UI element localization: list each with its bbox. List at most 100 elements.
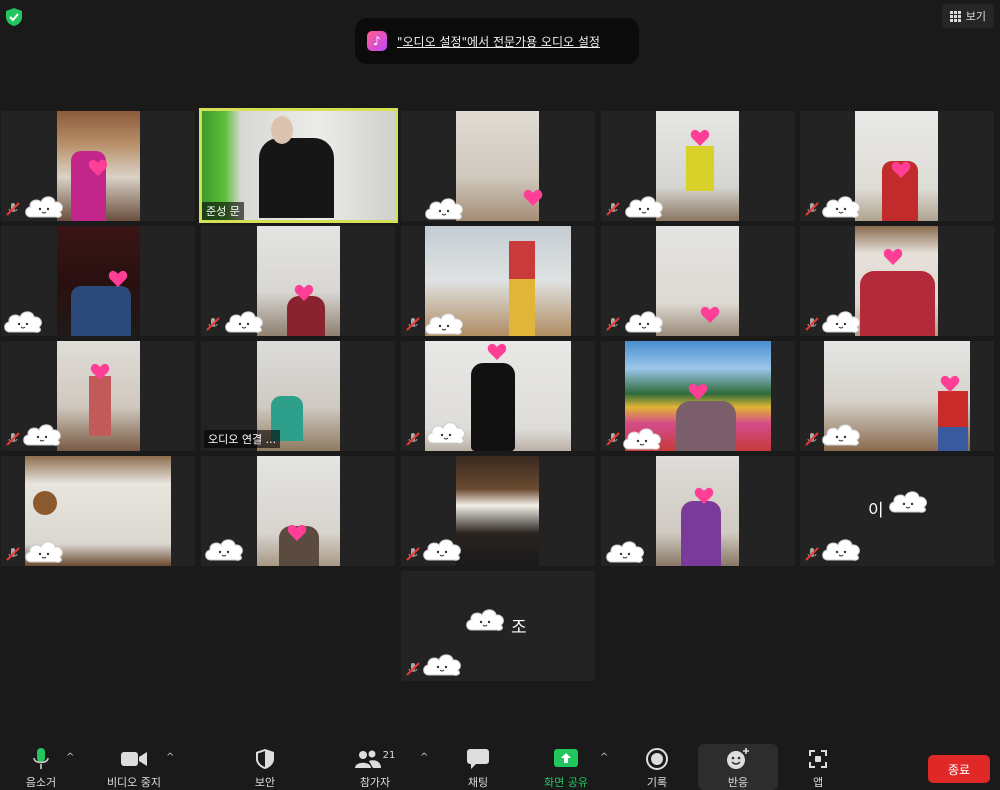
cloud-sticker-icon: [623, 428, 661, 450]
participant-tile[interactable]: [800, 226, 994, 336]
participant-tile[interactable]: [601, 111, 795, 221]
participant-name: 조: [511, 618, 527, 638]
participant-figure: [681, 501, 721, 566]
cloud-sticker-icon: [205, 539, 243, 561]
participant-figure: [287, 296, 325, 336]
participant-tile[interactable]: [1, 111, 195, 221]
apps-label: 앱: [812, 776, 824, 789]
apps-button[interactable]: 앱: [804, 742, 832, 790]
muted-mic-icon: [406, 317, 420, 331]
record-button[interactable]: 기록: [640, 742, 674, 790]
share-screen-button[interactable]: 화면 공유: [538, 742, 594, 790]
participant-tile[interactable]: [401, 111, 595, 221]
participant-tile[interactable]: [800, 111, 994, 221]
heart-icon: [108, 270, 128, 287]
participants-button[interactable]: 21 참가자: [350, 742, 400, 790]
participant-tile[interactable]: 오디오 연결 ...: [201, 341, 395, 451]
cloud-sticker-icon: [889, 491, 927, 513]
heart-icon: [523, 189, 543, 206]
cloud-sticker-icon: [466, 609, 504, 631]
participant-figure: [938, 391, 968, 451]
participant-tile[interactable]: [401, 226, 595, 336]
participants-label: 참가자: [359, 776, 391, 789]
grid-icon: [949, 10, 961, 22]
participant-tile[interactable]: [601, 456, 795, 566]
mute-label: 음소거: [25, 776, 57, 789]
heart-icon: [88, 159, 108, 176]
apps-icon: [809, 750, 827, 768]
heart-icon: [700, 306, 720, 323]
stop-video-button[interactable]: 비디오 중지: [100, 742, 168, 790]
cloud-sticker-icon: [25, 541, 63, 563]
mute-options-chevron-icon[interactable]: ^: [66, 752, 74, 763]
participant-tile[interactable]: 준성 문: [199, 108, 398, 223]
muted-mic-icon: [6, 547, 20, 561]
view-button-label: 보기: [965, 10, 986, 23]
smiley-plus-icon: [727, 748, 749, 769]
audio-settings-banner[interactable]: ♪ "오디오 설정"에서 전문가용 오디오 설정: [355, 18, 639, 64]
participant-video: [456, 456, 539, 566]
heart-icon: [690, 129, 710, 146]
video-options-chevron-icon[interactable]: ^: [166, 752, 174, 763]
muted-mic-icon: [805, 202, 819, 216]
cloud-sticker-icon: [423, 539, 461, 561]
participant-tile[interactable]: [401, 341, 595, 451]
security-button[interactable]: 보안: [247, 742, 283, 790]
share-options-chevron-icon[interactable]: ^: [600, 752, 608, 763]
participant-name: 준성 문: [202, 202, 244, 220]
muted-mic-icon: [206, 317, 220, 331]
heart-icon: [940, 375, 960, 392]
cloud-sticker-icon: [425, 198, 463, 220]
participant-name: 이: [868, 501, 884, 521]
cloud-sticker-icon: [225, 311, 263, 333]
reactions-button[interactable]: 반응: [718, 742, 758, 790]
security-label: 보안: [254, 776, 276, 789]
cloud-sticker-icon: [427, 422, 465, 444]
participant-tile[interactable]: [800, 341, 994, 451]
participant-tile[interactable]: [601, 226, 795, 336]
chat-bubble-icon: [467, 749, 489, 769]
chat-button[interactable]: 채팅: [462, 742, 494, 790]
participant-tile[interactable]: [401, 456, 595, 566]
cloud-sticker-icon: [425, 313, 463, 335]
heart-icon: [287, 524, 307, 541]
record-icon: [646, 748, 668, 770]
cloud-sticker-icon: [625, 311, 663, 333]
heart-icon: [487, 343, 507, 360]
share-screen-label: 화면 공유: [544, 776, 588, 789]
chat-label: 채팅: [467, 776, 489, 789]
participant-figure: [259, 138, 334, 218]
muted-mic-icon: [606, 317, 620, 331]
stop-video-label: 비디오 중지: [106, 776, 162, 789]
participant-figure: [71, 286, 131, 336]
muted-mic-icon: [6, 202, 20, 216]
view-button[interactable]: 보기: [941, 4, 994, 28]
participant-tile[interactable]: [1, 226, 195, 336]
participant-tile[interactable]: [201, 456, 395, 566]
participant-tile[interactable]: [601, 341, 795, 451]
participant-tile[interactable]: [1, 456, 195, 566]
heart-icon: [688, 383, 708, 400]
participant-tile[interactable]: 이: [800, 456, 994, 566]
share-screen-arrow-icon: [554, 749, 578, 767]
muted-mic-icon: [6, 432, 20, 446]
participant-tile[interactable]: [1, 341, 195, 451]
muted-mic-icon: [606, 432, 620, 446]
participants-count-badge: 21: [382, 749, 396, 761]
participant-tile[interactable]: [201, 226, 395, 336]
shield-icon: [256, 749, 274, 769]
microphone-icon: [33, 748, 49, 769]
mute-button[interactable]: 음소거: [18, 742, 64, 790]
muted-mic-icon: [406, 432, 420, 446]
cloud-sticker-icon: [822, 311, 860, 333]
shield-icon[interactable]: [6, 8, 22, 26]
banner-text[interactable]: "오디오 설정"에서 전문가용 오디오 설정: [397, 33, 600, 50]
end-meeting-button[interactable]: 종료: [928, 755, 990, 783]
participant-tile[interactable]: 조: [401, 571, 595, 681]
participants-icon: [354, 750, 381, 768]
participant-figure: [686, 146, 714, 191]
participant-name: 오디오 연결 ...: [204, 430, 281, 448]
participants-options-chevron-icon[interactable]: ^: [420, 752, 428, 763]
participant-figure: [89, 376, 111, 436]
muted-mic-icon: [805, 432, 819, 446]
